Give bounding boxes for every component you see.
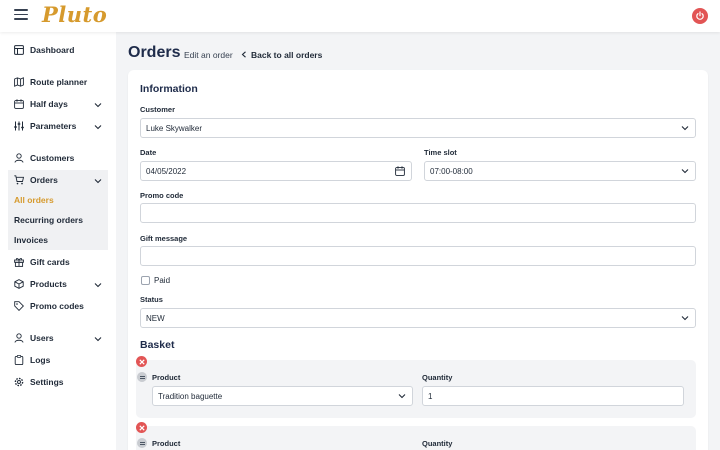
- chevron-down-icon: [94, 280, 102, 290]
- back-link-label: Back to all orders: [251, 50, 323, 60]
- promo-code-label: Promo code: [140, 191, 184, 200]
- gear-icon: [14, 377, 24, 387]
- basket-item: [136, 426, 696, 450]
- cart-icon: [14, 175, 24, 185]
- date-input[interactable]: 04/05/2022: [140, 161, 412, 181]
- sidebar-item-customers[interactable]: Customers: [8, 148, 108, 168]
- chevron-down-icon: [94, 100, 102, 110]
- power-icon[interactable]: [692, 8, 708, 24]
- sidebar-item-label: Parameters: [30, 121, 77, 131]
- top-bar: Pluto: [0, 0, 720, 32]
- drag-handle-icon[interactable]: [137, 372, 147, 382]
- quantity-label: Quantity: [422, 439, 453, 448]
- sidebar-item-products[interactable]: Products: [8, 274, 108, 294]
- sidebar-item-label: Route planner: [30, 77, 88, 87]
- tag-icon: [14, 301, 24, 311]
- timeslot-value: 07:00-08:00: [430, 166, 473, 176]
- customer-label: Customer: [140, 105, 176, 114]
- product-label: Product: [152, 439, 181, 448]
- product-select[interactable]: Tradition baguette: [152, 386, 413, 406]
- drag-handle-icon[interactable]: [137, 438, 147, 448]
- users-icon: [14, 333, 24, 343]
- sidebar-item-users[interactable]: Users: [8, 328, 108, 348]
- date-label: Date: [140, 148, 157, 157]
- quantity-input[interactable]: 1: [422, 386, 684, 406]
- sidebar-item-label: Gift cards: [30, 257, 70, 267]
- map-icon: [14, 77, 24, 87]
- status-select[interactable]: NEW: [140, 308, 696, 328]
- hamburger-icon[interactable]: [14, 9, 28, 23]
- customer-value: Luke Skywalker: [146, 123, 203, 133]
- gift-icon: [14, 257, 24, 267]
- sidebar-item-promo-codes[interactable]: Promo codes: [8, 296, 108, 316]
- cube-icon: [14, 279, 24, 289]
- status-label: Status: [140, 295, 163, 304]
- information-title: Information: [140, 83, 198, 95]
- clipboard-icon: [14, 355, 24, 365]
- promo-code-input[interactable]: [140, 203, 696, 223]
- user-icon: [14, 153, 24, 163]
- app-logo[interactable]: Pluto: [42, 2, 107, 27]
- sidebar-item-label: Users: [30, 333, 54, 343]
- basket-title: Basket: [140, 339, 175, 351]
- chevron-down-icon: [681, 314, 689, 323]
- sliders-icon: [14, 121, 24, 131]
- date-value: 04/05/2022: [146, 166, 187, 176]
- dashboard-icon: [14, 45, 24, 55]
- status-value: NEW: [146, 313, 165, 323]
- sidebar-item-label: Dashboard: [30, 45, 75, 55]
- remove-item-icon[interactable]: [136, 422, 147, 433]
- chevron-down-icon: [398, 392, 406, 401]
- page-title: Orders: [128, 44, 181, 61]
- page-subtitle: Edit an order: [184, 50, 233, 60]
- sidebar-item-logs[interactable]: Logs: [8, 350, 108, 370]
- sidebar-item-label: Logs: [30, 355, 51, 365]
- sidebar-item-parameters[interactable]: Parameters: [8, 116, 108, 136]
- product-label: Product: [152, 373, 181, 382]
- sidebar-item-route-planner[interactable]: Route planner: [8, 72, 108, 92]
- timeslot-select[interactable]: 07:00-08:00: [424, 161, 696, 181]
- chevron-down-icon: [94, 334, 102, 344]
- sidebar-item-label: Promo codes: [30, 301, 84, 311]
- chevron-down-icon: [681, 124, 689, 133]
- sidebar-item-half-days[interactable]: Half days: [8, 94, 108, 114]
- sidebar-item-dashboard[interactable]: Dashboard: [8, 40, 108, 60]
- sidebar-item-label: Half days: [30, 99, 68, 109]
- chevron-left-icon: [241, 50, 251, 60]
- calendar-icon[interactable]: [395, 166, 405, 178]
- sidebar-item-label: Settings: [30, 377, 64, 387]
- sidebar-item-label: Products: [30, 279, 67, 289]
- product-value: Tradition baguette: [158, 391, 223, 401]
- sidebar-item-gift-cards[interactable]: Gift cards: [8, 252, 108, 272]
- remove-item-icon[interactable]: [136, 356, 147, 367]
- timeslot-label: Time slot: [424, 148, 457, 157]
- gift-message-label: Gift message: [140, 234, 188, 243]
- chevron-down-icon: [681, 167, 689, 176]
- sidebar-subitem-recurring-orders[interactable]: Recurring orders: [8, 210, 108, 230]
- sidebar-item-settings[interactable]: Settings: [8, 372, 108, 392]
- sidebar-item-label: Customers: [30, 153, 75, 163]
- paid-label: Paid: [154, 276, 171, 285]
- chevron-down-icon: [94, 176, 102, 186]
- sidebar-item-orders[interactable]: Orders: [8, 170, 108, 190]
- sidebar-item-label: Orders: [30, 175, 58, 185]
- sidebar-subitem-invoices[interactable]: Invoices: [8, 230, 108, 250]
- sidebar-subitem-all-orders[interactable]: All orders: [8, 190, 108, 210]
- customer-select[interactable]: Luke Skywalker: [140, 118, 696, 138]
- gift-message-input[interactable]: [140, 246, 696, 266]
- paid-checkbox[interactable]: [141, 276, 150, 285]
- back-to-orders-link[interactable]: Back to all orders: [241, 50, 322, 60]
- chevron-down-icon: [94, 122, 102, 132]
- quantity-label: Quantity: [422, 373, 453, 382]
- calendar-icon: [14, 99, 24, 109]
